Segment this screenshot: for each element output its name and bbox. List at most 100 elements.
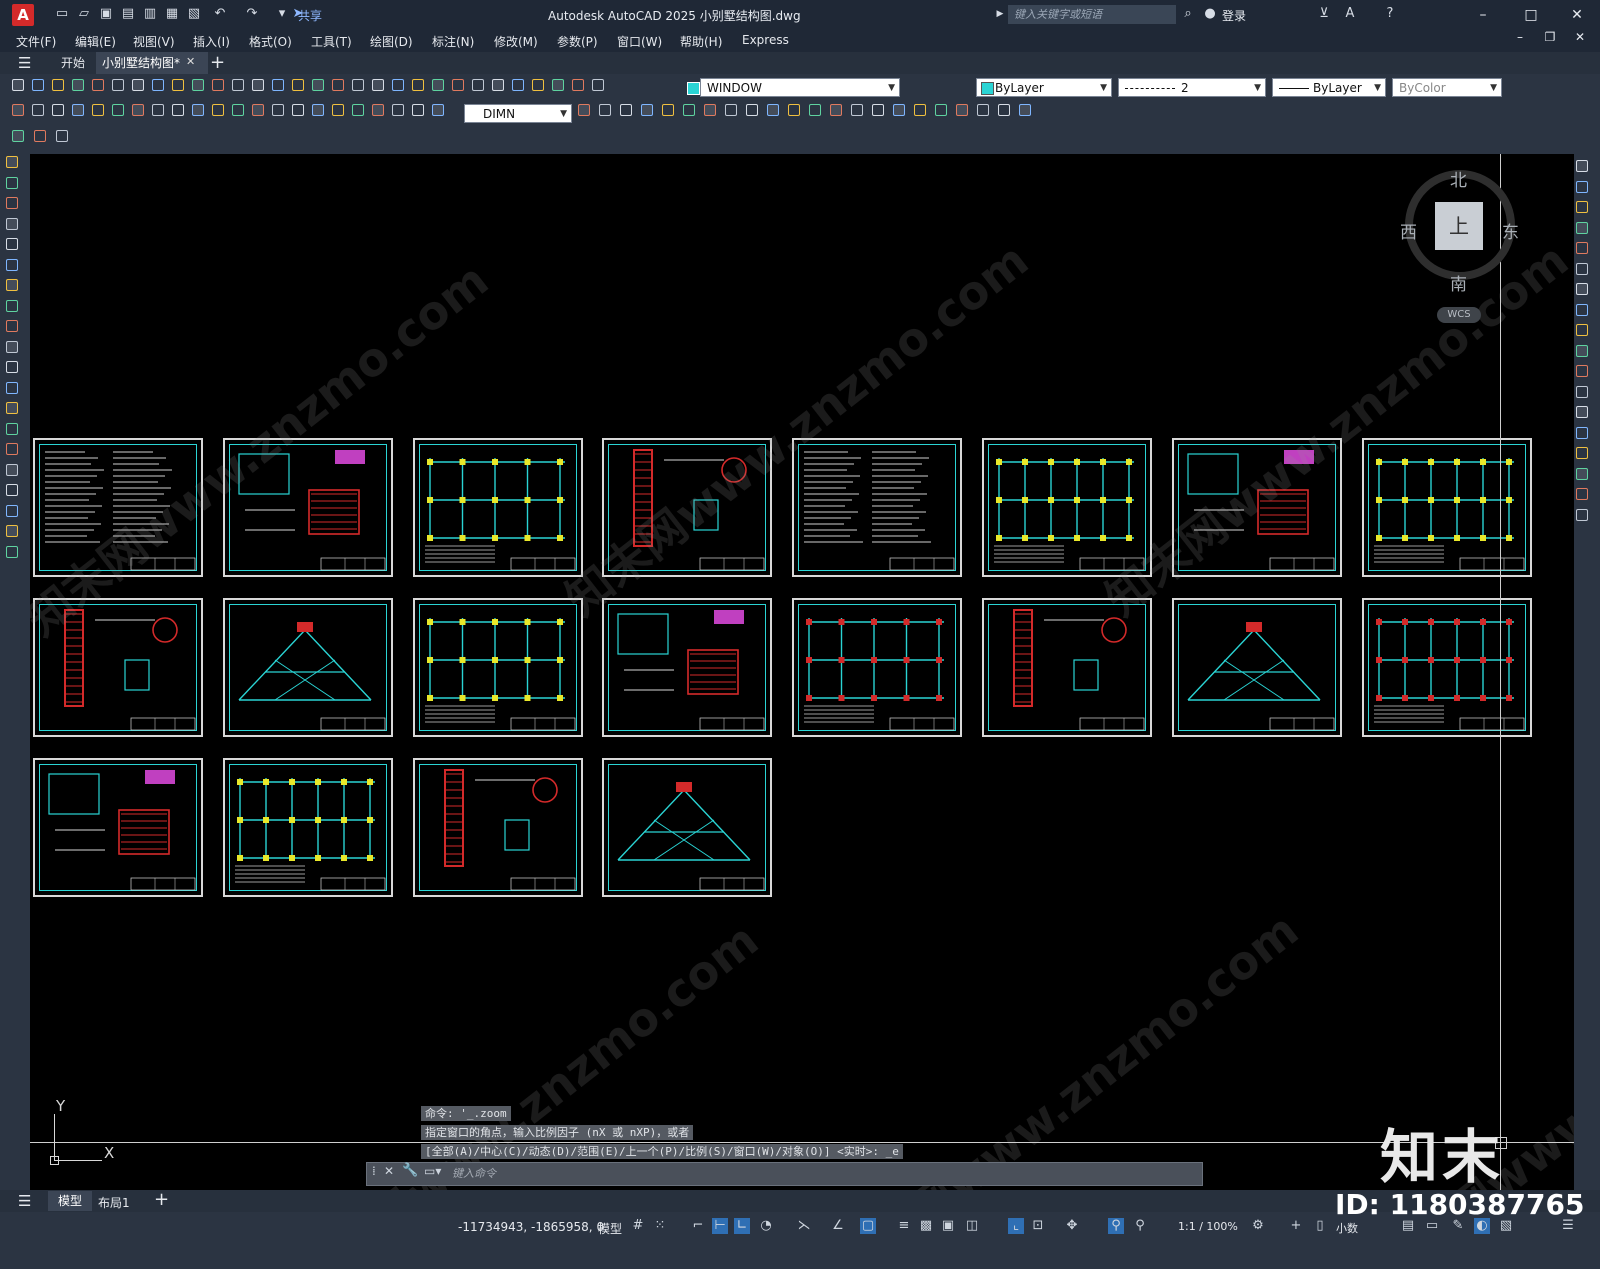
menu-file[interactable]: 文件(F) bbox=[16, 33, 56, 50]
tbrow1-tool-icon[interactable] bbox=[332, 79, 344, 91]
selection-cycling-icon[interactable]: ▣ bbox=[940, 1218, 956, 1234]
lefttb-tool-icon[interactable] bbox=[6, 463, 18, 476]
righttb-tool-icon[interactable] bbox=[1576, 344, 1588, 357]
viewcube-top-face[interactable]: 上 bbox=[1435, 202, 1483, 250]
chevron-right-icon[interactable]: ▶ bbox=[992, 6, 1008, 22]
righttb-tool-icon[interactable] bbox=[1576, 221, 1588, 234]
lineweight-icon[interactable]: ≡ bbox=[896, 1218, 912, 1234]
tbrow1-tool-icon[interactable] bbox=[572, 79, 584, 91]
drawing-sheet[interactable] bbox=[602, 598, 773, 737]
hamburger-icon[interactable]: ☰ bbox=[18, 54, 31, 72]
tbrow2b-tool-icon[interactable] bbox=[620, 104, 632, 116]
tbrow1-tool-icon[interactable] bbox=[492, 79, 504, 91]
viewcube-east[interactable]: 东 bbox=[1502, 218, 1519, 243]
tbrow1-tool-icon[interactable] bbox=[532, 79, 544, 91]
tbrow1-tool-icon[interactable] bbox=[352, 79, 364, 91]
lefttb-tool-icon[interactable] bbox=[6, 381, 18, 394]
new-tab-plus-icon[interactable]: + bbox=[210, 52, 225, 73]
tbrow2b-tool-icon[interactable] bbox=[725, 104, 737, 116]
tbrow2-tool-icon[interactable] bbox=[172, 104, 184, 116]
tbrow1-tool-icon[interactable] bbox=[192, 79, 204, 91]
drawing-sheet[interactable] bbox=[412, 758, 583, 897]
undo-icon[interactable]: ↶ bbox=[212, 6, 228, 22]
tbrow2b-tool-icon[interactable] bbox=[851, 104, 863, 116]
open-icon[interactable]: ▱ bbox=[76, 6, 92, 22]
tbrow2b-tool-icon[interactable] bbox=[830, 104, 842, 116]
tbrow2-tool-icon[interactable] bbox=[112, 104, 124, 116]
publish-icon[interactable]: ▥ bbox=[142, 6, 158, 22]
tbrow2b-tool-icon[interactable] bbox=[662, 104, 674, 116]
drawing-sheet[interactable] bbox=[1361, 438, 1532, 577]
tbrow2-tool-icon[interactable] bbox=[292, 104, 304, 116]
drawing-sheet[interactable] bbox=[33, 758, 203, 897]
drawing-sheet[interactable] bbox=[792, 598, 963, 737]
wrench-icon[interactable]: 🔧 bbox=[402, 1163, 418, 1178]
lefttb-tool-icon[interactable] bbox=[6, 156, 18, 168]
3d-osnap-icon[interactable]: ◫ bbox=[964, 1218, 980, 1234]
autodesk-icon[interactable]: A bbox=[1342, 6, 1358, 22]
tbrow2b-tool-icon[interactable] bbox=[935, 104, 947, 116]
lefttb-tool-icon[interactable] bbox=[6, 320, 18, 332]
tbrow2-tool-icon[interactable] bbox=[412, 104, 424, 116]
tbrow3-tool-icon[interactable] bbox=[56, 130, 68, 142]
linetype-combo[interactable]: 2 ▼ bbox=[1118, 78, 1266, 97]
menu-dimension[interactable]: 标注(N) bbox=[432, 33, 474, 50]
righttb-tool-icon[interactable] bbox=[1576, 242, 1588, 254]
tbrow2-tool-icon[interactable] bbox=[92, 104, 104, 116]
tbrow2b-tool-icon[interactable] bbox=[1019, 104, 1031, 116]
color-combo[interactable]: ByLayer ▼ bbox=[976, 78, 1112, 97]
search-icon[interactable]: ⌕ bbox=[1180, 6, 1196, 22]
menu-parametric[interactable]: 参数(P) bbox=[557, 33, 598, 50]
lefttb-tool-icon[interactable] bbox=[6, 484, 18, 496]
menu-edit[interactable]: 编辑(E) bbox=[75, 33, 116, 50]
tbrow1-tool-icon[interactable] bbox=[312, 79, 324, 91]
lefttb-tool-icon[interactable] bbox=[6, 545, 18, 558]
transparency-icon[interactable]: ▩ bbox=[918, 1218, 934, 1234]
tbrow2b-tool-icon[interactable] bbox=[704, 104, 716, 116]
snap-icon[interactable]: ⁙ bbox=[652, 1218, 668, 1234]
annotation-scale[interactable]: 1:1 / 100% bbox=[1178, 1220, 1238, 1233]
dynamic-ucs-icon[interactable]: ⌞ bbox=[1008, 1218, 1024, 1234]
drawing-sheet[interactable] bbox=[602, 438, 773, 577]
righttb-tool-icon[interactable] bbox=[1576, 508, 1588, 521]
workspace-combo[interactable]: WINDOW ▼ bbox=[687, 78, 900, 97]
lefttb-tool-icon[interactable] bbox=[6, 217, 18, 230]
righttb-tool-icon[interactable] bbox=[1576, 201, 1588, 213]
model-space-toggle[interactable]: 模型 bbox=[598, 1220, 622, 1237]
help-icon[interactable]: ? bbox=[1382, 6, 1398, 22]
tbrow1-tool-icon[interactable] bbox=[452, 79, 464, 91]
tbrow1-tool-icon[interactable] bbox=[292, 79, 304, 91]
tbrow1-tool-icon[interactable] bbox=[412, 79, 424, 91]
redo-icon[interactable]: ↷ bbox=[244, 6, 260, 22]
tbrow2b-tool-icon[interactable] bbox=[977, 104, 989, 116]
cart-icon[interactable]: ⊻ bbox=[1316, 6, 1332, 22]
doc-close-icon[interactable]: ✕ bbox=[1565, 29, 1595, 45]
righttb-tool-icon[interactable] bbox=[1576, 467, 1588, 480]
tbrow1-tool-icon[interactable] bbox=[472, 79, 484, 91]
close-icon[interactable]: ✕ bbox=[1562, 4, 1592, 26]
plotstyle-combo[interactable]: ByColor ▼ bbox=[1392, 78, 1502, 97]
viewcube-south[interactable]: 南 bbox=[1450, 270, 1467, 295]
drawing-sheet[interactable] bbox=[1171, 438, 1342, 577]
lefttb-tool-icon[interactable] bbox=[6, 238, 18, 250]
gizmo-icon[interactable]: ✥ bbox=[1064, 1218, 1080, 1234]
tbrow2-tool-icon[interactable] bbox=[352, 104, 364, 116]
command-input[interactable]: 键入命令 bbox=[452, 1165, 496, 1181]
maximize-icon[interactable]: □ bbox=[1516, 4, 1546, 26]
viewcube-north[interactable]: 北 bbox=[1450, 166, 1467, 191]
doc-minimize-icon[interactable]: – bbox=[1505, 29, 1535, 45]
tab-layout1[interactable]: 布局1 bbox=[98, 1194, 130, 1211]
tbrow2b-tool-icon[interactable] bbox=[641, 104, 653, 116]
drawing-sheet[interactable] bbox=[982, 598, 1152, 737]
customize-icon[interactable]: ▾ bbox=[274, 6, 290, 22]
wcs-menu[interactable]: WCS bbox=[1437, 307, 1481, 323]
tbrow2b-tool-icon[interactable] bbox=[683, 104, 695, 116]
menu-tools[interactable]: 工具(T) bbox=[311, 33, 352, 50]
lefttb-tool-icon[interactable] bbox=[6, 402, 18, 414]
menu-express[interactable]: Express bbox=[742, 33, 789, 47]
tbrow1-tool-icon[interactable] bbox=[372, 79, 384, 91]
dimstyle-combo[interactable]: DIMN ▼ bbox=[464, 104, 572, 123]
doc-restore-icon[interactable]: ❐ bbox=[1535, 29, 1565, 45]
menu-draw[interactable]: 绘图(D) bbox=[370, 33, 413, 50]
lefttb-tool-icon[interactable] bbox=[6, 299, 18, 312]
